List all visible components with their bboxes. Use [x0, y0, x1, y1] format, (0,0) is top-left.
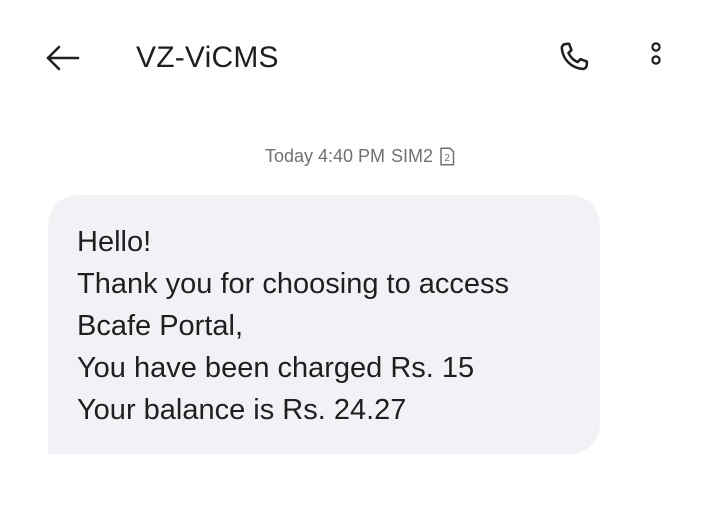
message-timestamp-row: Today 4:40 PM SIM2 2	[0, 146, 720, 167]
message-thread-screen: VZ-ViCMS Today 4:40 PM SIM2 2 Hello! Tha…	[0, 0, 720, 506]
more-options-button[interactable]	[636, 38, 676, 78]
sim-label: SIM2	[391, 146, 434, 166]
sim-card-2-icon: 2	[439, 147, 455, 166]
message-text: Hello! Thank you for choosing to access …	[77, 226, 510, 426]
call-button[interactable]	[552, 38, 596, 78]
incoming-message-bubble[interactable]: Hello! Thank you for choosing to access …	[48, 195, 600, 454]
phone-icon	[560, 42, 589, 71]
arrow-left-icon	[46, 45, 80, 71]
more-vertical-icon	[651, 42, 661, 65]
back-button[interactable]	[40, 38, 84, 78]
conversation-title: VZ-ViCMS	[136, 41, 279, 74]
top-app-bar: VZ-ViCMS	[0, 0, 720, 116]
message-timestamp: Today 4:40 PM	[264, 146, 386, 166]
svg-text:2: 2	[444, 153, 450, 164]
